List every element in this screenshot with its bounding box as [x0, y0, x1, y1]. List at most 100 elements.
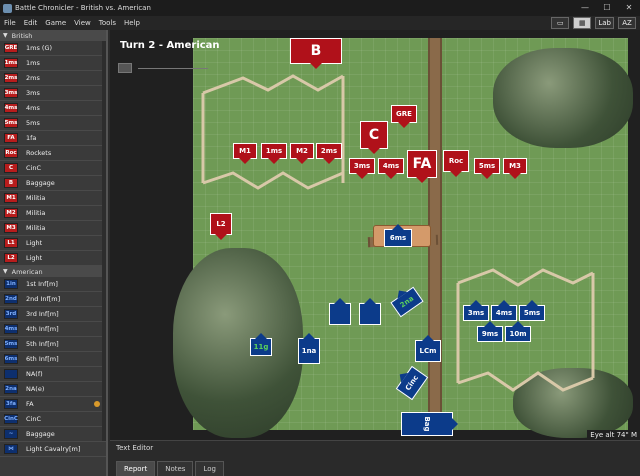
british-counter-b[interactable]: B	[290, 38, 342, 64]
maximize-button[interactable]: ☐	[596, 0, 618, 16]
menu-file[interactable]: File	[0, 19, 20, 27]
british-counter-5ms[interactable]: 5ms	[474, 158, 500, 174]
slider-knob[interactable]	[118, 63, 132, 73]
american-unit-icon: 3rd	[4, 309, 18, 319]
text-editor-title: Text Editor	[116, 444, 154, 452]
american-unit-row[interactable]: 4ms 4th Inf[m]	[0, 322, 106, 337]
british-unit-icon: Roc	[4, 148, 18, 158]
az-button[interactable]: AZ	[618, 17, 636, 29]
menu-game[interactable]: Game	[41, 19, 70, 27]
american-counter-bag[interactable]: Bag	[401, 412, 453, 436]
american-unit-row[interactable]: NA(f)	[0, 367, 106, 382]
british-unit-icon: 2ms	[4, 73, 18, 83]
turn-label: Turn 2 - American	[120, 40, 220, 51]
british-counter-3ms[interactable]: 3ms	[349, 158, 375, 174]
british-unit-row[interactable]: L1 Light	[0, 236, 106, 251]
menu-bar: File Edit Game View Tools Help ▭ ▦ Lab A…	[0, 16, 640, 30]
british-counter-m2[interactable]: M2	[290, 143, 314, 159]
menu-tools[interactable]: Tools	[95, 19, 120, 27]
american-counter-1na[interactable]: 1na	[298, 338, 320, 364]
british-counter-c[interactable]: C	[360, 121, 388, 149]
menu-edit[interactable]: Edit	[20, 19, 42, 27]
american-counter-3ms[interactable]: 3ms	[463, 305, 489, 321]
british-counter-gre[interactable]: GRE	[391, 105, 417, 123]
british-unit-row[interactable]: 4ms 4ms	[0, 101, 106, 116]
game-board[interactable]: B GRE C M1 1ms M2 2ms 3ms 4ms FA Roc 5ms…	[173, 38, 633, 438]
american-unit-label: Light Cavalry[m]	[26, 445, 81, 453]
american-unit-label: 5th Inf[m]	[26, 340, 59, 348]
app-window: Battle Chronicler - British vs. American…	[0, 0, 640, 476]
british-unit-row[interactable]: M1 Militia	[0, 191, 106, 206]
collapse-icon: ▼	[3, 32, 8, 39]
american-unit-row[interactable]: 3rd 3rd Inf[m]	[0, 307, 106, 322]
american-unit-icon: 6ms	[4, 354, 18, 364]
british-unit-row[interactable]: 1ms 1ms	[0, 56, 106, 71]
british-unit-row[interactable]: GRE 1ms (G)	[0, 41, 106, 56]
british-unit-row[interactable]: 3ms 3ms	[0, 86, 106, 101]
scrollbar[interactable]	[102, 41, 106, 441]
american-counter-5ms[interactable]: 5ms	[519, 305, 545, 321]
tab-notes[interactable]: Notes	[157, 461, 194, 476]
british-unit-row[interactable]: C CinC	[0, 161, 106, 176]
american-unit-row[interactable]: CinC CinC	[0, 412, 106, 427]
british-counter-4ms[interactable]: 4ms	[378, 158, 404, 174]
tab-log[interactable]: Log	[195, 461, 224, 476]
american-unit-row[interactable]: 2nd 2nd Inf[m]	[0, 292, 106, 307]
american-counter-9ms[interactable]: 9ms	[477, 326, 503, 342]
american-counter-11g[interactable]: 11g	[250, 338, 272, 356]
british-unit-icon: L2	[4, 253, 18, 263]
map-view-icon[interactable]: ▦	[573, 17, 592, 29]
british-unit-row[interactable]: 2ms 2ms	[0, 71, 106, 86]
minimize-button[interactable]: —	[574, 0, 596, 16]
american-unit-row[interactable]: ~ Baggage	[0, 427, 106, 442]
menu-view[interactable]: View	[70, 19, 95, 27]
british-unit-icon: M1	[4, 193, 18, 203]
british-counter-l2[interactable]: L2	[210, 213, 232, 235]
british-unit-row[interactable]: B Baggage	[0, 176, 106, 191]
british-unit-row[interactable]: M3 Militia	[0, 221, 106, 236]
american-unit-counter[interactable]	[329, 303, 351, 325]
american-unit-row[interactable]: 2na NA(e)	[0, 382, 106, 397]
american-unit-label: NA(f)	[26, 370, 43, 378]
american-unit-row[interactable]: 1in 1st Inf[m]	[0, 277, 106, 292]
british-unit-label: Militia	[26, 209, 46, 217]
american-counter-6ms[interactable]: 6ms	[384, 229, 412, 247]
british-counter-2ms[interactable]: 2ms	[316, 143, 342, 159]
british-unit-row[interactable]: L2 Light	[0, 251, 106, 266]
american-unit-row[interactable]: ⋈ Light Cavalry[m]	[0, 442, 106, 457]
eye-altitude-status: Eye alt 74" M	[587, 430, 640, 440]
british-unit-icon: B	[4, 178, 18, 188]
gear-icon[interactable]	[94, 401, 100, 407]
unit-list-panel: ▼ British GRE 1ms (G) 1ms 1ms 2ms 2ms 3ms 3ms 4m…	[0, 30, 108, 476]
british-unit-label: Rockets	[26, 149, 52, 157]
table-view-icon[interactable]: ▭	[551, 17, 570, 29]
british-counter-fa[interactable]: FA	[407, 150, 437, 178]
british-unit-row[interactable]: 5ms 5ms	[0, 116, 106, 131]
american-unit-counter[interactable]	[359, 303, 381, 325]
menu-help[interactable]: Help	[120, 19, 144, 27]
american-counter-4ms[interactable]: 4ms	[491, 305, 517, 321]
american-counter-lcm[interactable]: LCm	[415, 340, 441, 362]
british-counter-m1[interactable]: M1	[233, 143, 257, 159]
british-unit-row[interactable]: FA 1fa	[0, 131, 106, 146]
american-section-header[interactable]: ▼ American	[0, 266, 106, 277]
american-unit-row[interactable]: 5ms 5th Inf[m]	[0, 337, 106, 352]
british-unit-row[interactable]: Roc Rockets	[0, 146, 106, 161]
lab-button[interactable]: Lab	[595, 17, 614, 29]
tab-report[interactable]: Report	[116, 461, 156, 476]
american-counter-10m[interactable]: 10m	[505, 326, 531, 342]
british-unit-icon: GRE	[4, 43, 18, 53]
british-counter-roc[interactable]: Roc	[443, 150, 469, 172]
british-counter-1ms[interactable]: 1ms	[261, 143, 287, 159]
american-unit-icon: 2na	[4, 384, 18, 394]
british-section-header[interactable]: ▼ British	[0, 30, 106, 41]
british-unit-row[interactable]: M2 Militia	[0, 206, 106, 221]
american-unit-label: 2nd Inf[m]	[26, 295, 61, 303]
american-unit-row[interactable]: 3fa FA	[0, 397, 106, 412]
british-unit-label: 1ms (G)	[26, 44, 53, 52]
american-unit-row[interactable]: 6ms 6th Inf[m]	[0, 352, 106, 367]
british-counter-m3[interactable]: M3	[503, 158, 527, 174]
turn-slider[interactable]	[118, 63, 214, 73]
close-button[interactable]: ✕	[618, 0, 640, 16]
british-unit-icon: M3	[4, 223, 18, 233]
